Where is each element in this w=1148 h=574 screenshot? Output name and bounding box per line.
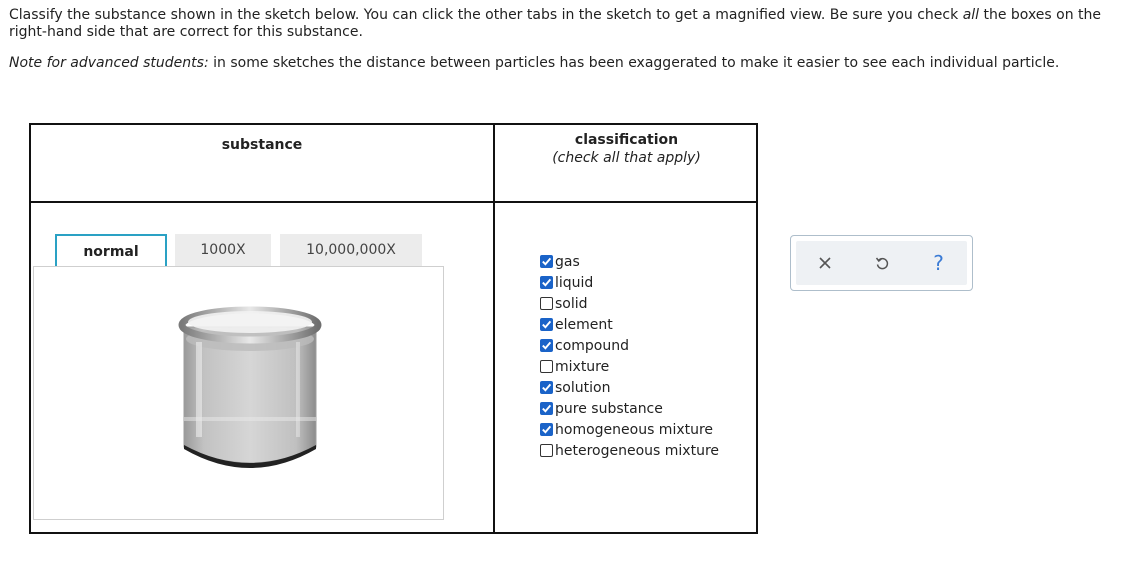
classification-table: substance classification (check all that… bbox=[29, 123, 758, 534]
option-liquid[interactable]: liquid bbox=[540, 272, 719, 293]
advanced-note: Note for advanced students: in some sket… bbox=[9, 55, 1129, 72]
undo-button[interactable] bbox=[853, 241, 910, 285]
undo-icon bbox=[875, 257, 888, 270]
substance-header: substance bbox=[221, 137, 303, 153]
answer-toolbar: ? bbox=[790, 235, 973, 291]
option-heterogeneous-mixture[interactable]: heterogeneous mixture bbox=[540, 440, 719, 461]
option-label: solid bbox=[555, 295, 588, 312]
checkbox[interactable] bbox=[540, 318, 553, 331]
tab-normal[interactable]: normal bbox=[55, 234, 167, 268]
option-label: solution bbox=[555, 379, 611, 396]
checkbox[interactable] bbox=[540, 276, 553, 289]
note-text: in some sketches the distance between pa… bbox=[208, 55, 1060, 71]
table-divider-vertical bbox=[493, 125, 495, 532]
option-label: liquid bbox=[555, 274, 594, 291]
checkbox[interactable] bbox=[540, 381, 553, 394]
clear-button[interactable] bbox=[796, 241, 853, 285]
checkmark-icon bbox=[542, 257, 552, 266]
checkbox[interactable] bbox=[540, 423, 553, 436]
checkbox[interactable] bbox=[540, 297, 553, 310]
checkmark-icon bbox=[542, 383, 552, 392]
tab-1000x[interactable]: 1000X bbox=[175, 234, 271, 268]
option-homogeneous-mixture[interactable]: homogeneous mixture bbox=[540, 419, 719, 440]
prompt-emphasis: all bbox=[962, 7, 980, 23]
checkbox[interactable] bbox=[540, 444, 553, 457]
help-button[interactable]: ? bbox=[910, 241, 967, 285]
checkbox[interactable] bbox=[540, 255, 553, 268]
classification-options: gas liquid solid element compound mixture solu… bbox=[540, 251, 719, 461]
option-label: gas bbox=[555, 253, 580, 270]
checkbox[interactable] bbox=[540, 402, 553, 415]
option-label: element bbox=[555, 316, 613, 333]
option-label: compound bbox=[555, 337, 629, 354]
option-gas[interactable]: gas bbox=[540, 251, 719, 272]
close-icon bbox=[818, 257, 831, 269]
checkmark-icon bbox=[542, 404, 552, 413]
option-label: homogeneous mixture bbox=[555, 421, 714, 438]
classification-subtitle: (check all that apply) bbox=[552, 150, 701, 166]
checkbox[interactable] bbox=[540, 360, 553, 373]
beaker-image bbox=[178, 306, 322, 468]
checkmark-icon bbox=[542, 320, 552, 329]
checkmark-icon bbox=[542, 278, 552, 287]
checkmark-icon bbox=[542, 341, 552, 350]
option-mixture[interactable]: mixture bbox=[540, 356, 719, 377]
checkbox[interactable] bbox=[540, 339, 553, 352]
classification-title: classification bbox=[574, 132, 679, 148]
prompt-text-start: Classify the substance shown in the sket… bbox=[9, 7, 963, 23]
option-label: pure substance bbox=[555, 400, 663, 417]
option-element[interactable]: element bbox=[540, 314, 719, 335]
classification-header: classification (check all that apply) bbox=[495, 131, 758, 167]
table-divider-horizontal bbox=[31, 201, 756, 203]
option-label: heterogeneous mixture bbox=[555, 442, 720, 459]
option-solid[interactable]: solid bbox=[540, 293, 719, 314]
toolbar-buttons: ? bbox=[796, 241, 967, 285]
help-icon: ? bbox=[933, 251, 944, 275]
question-prompt: Classify the substance shown in the sket… bbox=[9, 7, 1129, 41]
checkmark-icon bbox=[542, 425, 552, 434]
sketch-view bbox=[33, 266, 444, 520]
option-pure-substance[interactable]: pure substance bbox=[540, 398, 719, 419]
option-compound[interactable]: compound bbox=[540, 335, 719, 356]
tab-10000000x[interactable]: 10,000,000X bbox=[280, 234, 422, 268]
note-label: Note for advanced students: bbox=[9, 55, 209, 71]
option-solution[interactable]: solution bbox=[540, 377, 719, 398]
option-label: mixture bbox=[555, 358, 610, 375]
